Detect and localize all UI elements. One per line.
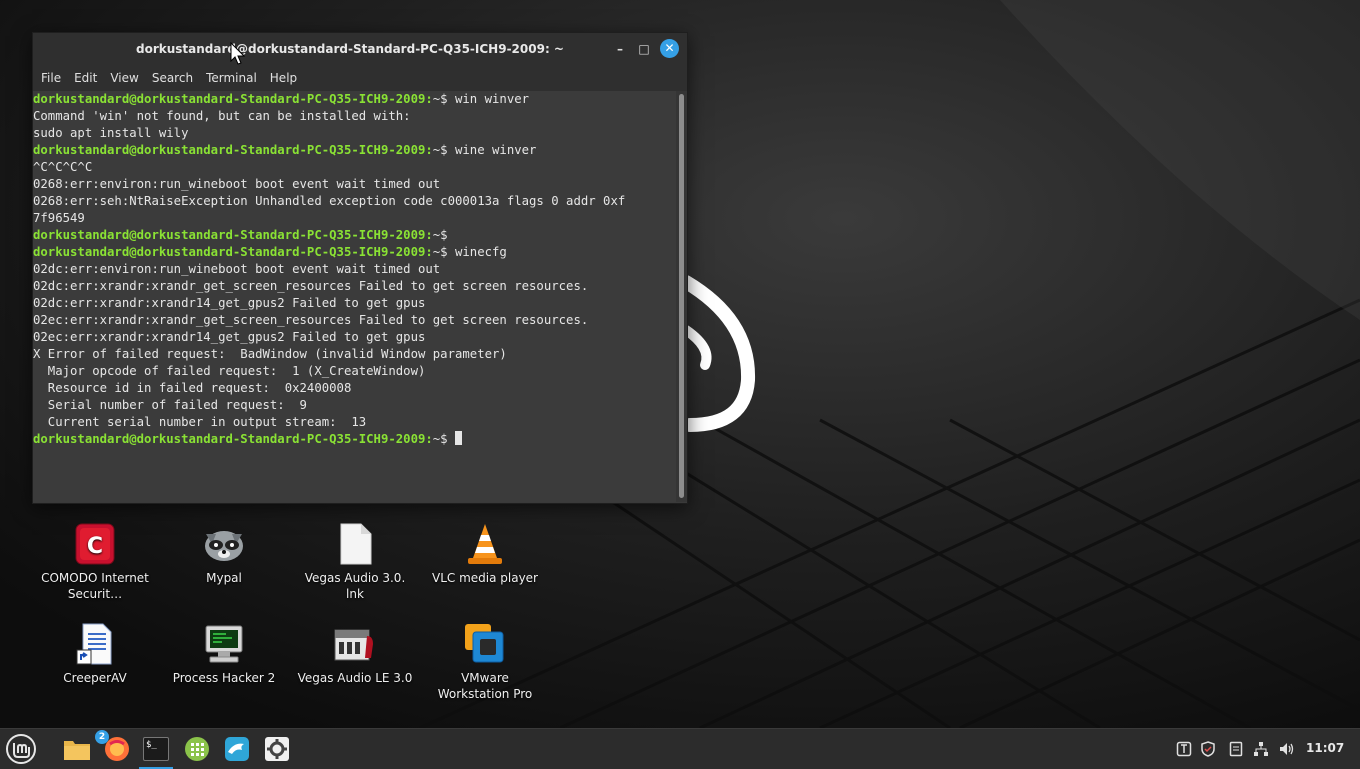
command-input bbox=[448, 432, 455, 446]
taskbar-settings-button[interactable] bbox=[260, 733, 294, 765]
taskbar-firefox-button[interactable]: 2 bbox=[95, 730, 134, 765]
close-button[interactable]: ✕ bbox=[660, 39, 679, 58]
terminal-line: Serial number of failed request: 9 bbox=[33, 398, 307, 412]
terminal-line: 02ec:err:xrandr:xrandr14_get_gpus2 Faile… bbox=[33, 330, 426, 344]
menu-terminal[interactable]: Terminal bbox=[201, 71, 262, 85]
comodo-icon: C bbox=[73, 522, 117, 566]
text-cursor bbox=[455, 431, 462, 445]
desktop-icon-label: COMODO Internet Securit… bbox=[41, 571, 149, 601]
shell-prompt: dorkustandard@dorkustandard-Standard-PC-… bbox=[33, 143, 433, 157]
taskbar-browser-button[interactable] bbox=[220, 733, 254, 765]
taskbar-terminal-button[interactable]: $_ bbox=[139, 733, 173, 769]
terminal-line: Major opcode of failed request: 1 (X_Cre… bbox=[33, 364, 426, 378]
terminal-line: sudo apt install wily bbox=[33, 126, 189, 140]
desktop-icon-process-hacker[interactable]: Process Hacker 2 bbox=[164, 622, 284, 686]
menu-file[interactable]: File bbox=[36, 71, 66, 85]
raccoon-icon bbox=[202, 522, 246, 566]
terminal-line: Command 'win' not found, but can be inst… bbox=[33, 109, 411, 123]
shell-prompt: dorkustandard@dorkustandard-Standard-PC-… bbox=[33, 245, 433, 259]
terminal-line: 0268:err:seh:NtRaiseException Unhandled … bbox=[33, 194, 626, 208]
grid-app-icon bbox=[185, 737, 209, 761]
terminal-line: 7f96549 bbox=[33, 211, 85, 225]
terminal-line: dorkustandard@dorkustandard-Standard-PC-… bbox=[33, 431, 676, 448]
desktop-icon-vegas-audio-le[interactable]: Vegas Audio LE 3.0 bbox=[295, 622, 415, 686]
terminal-window[interactable]: dorkustandard@dorkustandard-Standard-PC-… bbox=[32, 32, 688, 504]
command-text: win winver bbox=[447, 92, 530, 106]
taskbar-panel: 2 $_ 11:07 bbox=[0, 728, 1360, 769]
prompt-path: ~$ bbox=[432, 228, 448, 242]
terminal-line: Resource id in failed request: 0x2400008 bbox=[33, 381, 352, 395]
desktop-icon-label: Vegas Audio 3.0. lnk bbox=[304, 571, 406, 601]
desktop-icon-vlc[interactable]: VLC media player bbox=[425, 522, 545, 586]
desktop-icon-label: VLC media player bbox=[431, 571, 538, 585]
command-text: wine winver bbox=[447, 143, 537, 157]
file-icon bbox=[333, 522, 377, 566]
folder-icon bbox=[64, 741, 90, 760]
document-shortcut-icon bbox=[73, 622, 117, 666]
terminal-line: 02dc:err:xrandr:xrandr_get_screen_resour… bbox=[33, 279, 589, 293]
mouse-pointer-icon bbox=[230, 42, 246, 65]
desktop-icon-label: Mypal bbox=[206, 571, 242, 585]
linux-mint-logo-icon bbox=[6, 734, 36, 764]
desktop-icon-label: Vegas Audio LE 3.0 bbox=[297, 671, 413, 685]
menu-view[interactable]: View bbox=[105, 71, 143, 85]
prompt-path: ~$ bbox=[432, 245, 448, 259]
terminal-line: X Error of failed request: BadWindow (in… bbox=[33, 347, 507, 361]
taskbar-files-button[interactable] bbox=[60, 733, 94, 765]
clock[interactable]: 11:07 bbox=[1306, 741, 1344, 755]
dolphin-icon bbox=[225, 737, 249, 761]
prompt-path: ~$ bbox=[432, 432, 448, 446]
shell-prompt: dorkustandard@dorkustandard-Standard-PC-… bbox=[33, 228, 433, 242]
terminal-line: dorkustandard@dorkustandard-Standard-PC-… bbox=[33, 227, 676, 244]
gear-icon bbox=[265, 737, 289, 761]
desktop-icon-vegas-audio-lnk[interactable]: Vegas Audio 3.0. lnk bbox=[295, 522, 415, 602]
prompt-path: ~$ bbox=[432, 143, 448, 157]
menu-edit[interactable]: Edit bbox=[69, 71, 102, 85]
keyboard-layout-icon[interactable] bbox=[1176, 741, 1192, 757]
shield-icon[interactable] bbox=[1200, 741, 1216, 757]
prompt-path: ~$ bbox=[432, 92, 448, 106]
terminal-scrollbar[interactable] bbox=[676, 91, 687, 502]
shell-prompt: dorkustandard@dorkustandard-Standard-PC-… bbox=[33, 432, 433, 446]
minimize-button[interactable]: – bbox=[611, 40, 629, 58]
terminal-line: dorkustandard@dorkustandard-Standard-PC-… bbox=[33, 244, 676, 261]
window-titlebar[interactable]: dorkustandard@dorkustandard-Standard-PC-… bbox=[33, 33, 687, 65]
terminal-line: ^C^C^C^C bbox=[33, 160, 93, 174]
notes-icon[interactable] bbox=[1228, 741, 1244, 757]
desktop-icon-creeperav[interactable]: CreeperAV bbox=[35, 622, 155, 686]
terminal-line: 02dc:err:environ:run_wineboot boot event… bbox=[33, 262, 441, 276]
desktop-icon-label: CreeperAV bbox=[63, 671, 127, 685]
scrollbar-thumb[interactable] bbox=[679, 94, 684, 498]
desktop-icon-label: Process Hacker 2 bbox=[172, 671, 276, 685]
maximize-button[interactable]: □ bbox=[635, 40, 653, 58]
computer-monitor-icon bbox=[202, 622, 246, 666]
audio-mixer-icon bbox=[333, 622, 377, 666]
menu-help[interactable]: Help bbox=[265, 71, 302, 85]
notification-badge: 2 bbox=[95, 730, 109, 744]
vmware-icon bbox=[463, 622, 507, 666]
vlc-cone-icon bbox=[463, 522, 507, 566]
taskbar-calculator-button[interactable] bbox=[180, 733, 214, 765]
terminal-output[interactable]: dorkustandard@dorkustandard-Standard-PC-… bbox=[33, 91, 676, 502]
volume-icon[interactable] bbox=[1279, 741, 1295, 757]
window-title: dorkustandard@dorkustandard-Standard-PC-… bbox=[136, 42, 564, 56]
terminal-line: Current serial number in output stream: … bbox=[33, 415, 367, 429]
terminal-icon: $_ bbox=[143, 737, 169, 761]
start-menu-button[interactable] bbox=[4, 733, 38, 765]
command-text: winecfg bbox=[447, 245, 507, 259]
desktop-icon-comodo[interactable]: C COMODO Internet Securit… bbox=[35, 522, 155, 602]
terminal-line: 02dc:err:xrandr:xrandr14_get_gpus2 Faile… bbox=[33, 296, 426, 310]
desktop-icon-mypal[interactable]: Mypal bbox=[164, 522, 284, 586]
shell-prompt: dorkustandard@dorkustandard-Standard-PC-… bbox=[33, 92, 433, 106]
terminal-line: dorkustandard@dorkustandard-Standard-PC-… bbox=[33, 91, 676, 108]
desktop-icon-label: VMware Workstation Pro bbox=[437, 671, 533, 701]
menu-search[interactable]: Search bbox=[147, 71, 198, 85]
menu-bar: File Edit View Search Terminal Help bbox=[33, 65, 687, 91]
terminal-line: dorkustandard@dorkustandard-Standard-PC-… bbox=[33, 142, 676, 159]
terminal-line: 02ec:err:xrandr:xrandr_get_screen_resour… bbox=[33, 313, 589, 327]
svg-text:C: C bbox=[87, 534, 103, 559]
desktop-icon-vmware[interactable]: VMware Workstation Pro bbox=[425, 622, 545, 702]
terminal-line: 0268:err:environ:run_wineboot boot event… bbox=[33, 177, 441, 191]
network-icon[interactable] bbox=[1253, 741, 1269, 757]
